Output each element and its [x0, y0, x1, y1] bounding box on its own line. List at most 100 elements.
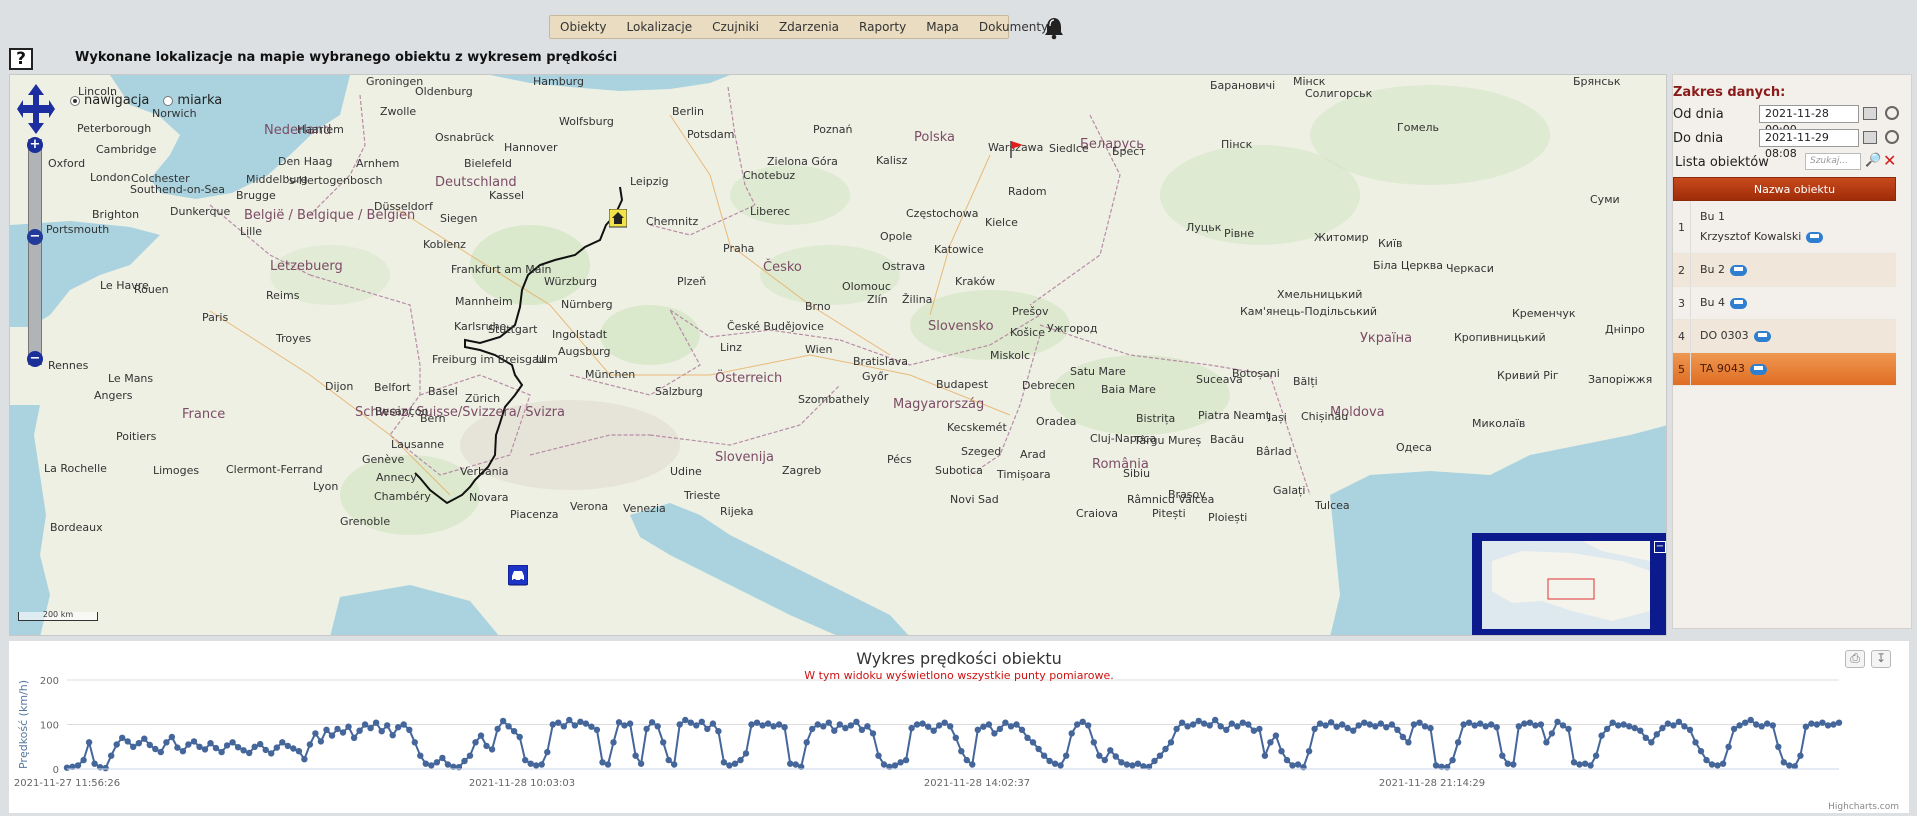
- speed-point: [1057, 762, 1064, 769]
- menu-item-raporty[interactable]: Raporty: [849, 20, 916, 34]
- speed-point: [494, 725, 501, 733]
- zoom-level-handle[interactable]: −: [27, 229, 43, 245]
- map-city-label: Iași: [1268, 411, 1287, 424]
- map-city-label: Osnabrück: [435, 131, 494, 144]
- map-city-label: Chambéry: [374, 490, 431, 503]
- clock-icon[interactable]: [1885, 130, 1899, 144]
- speed-point: [632, 752, 639, 759]
- speed-point: [549, 721, 556, 728]
- map-city-label: Луцьк: [1186, 221, 1222, 234]
- flag-marker-icon[interactable]: [1009, 139, 1025, 159]
- message-bubble-icon[interactable]: [1749, 363, 1767, 375]
- search-icon[interactable]: 🔎: [1865, 153, 1881, 168]
- menu-item-zdarzenia[interactable]: Zdarzenia: [769, 20, 849, 34]
- map-city-label: Częstochowa: [906, 207, 979, 220]
- map-city-label: Kassel: [489, 189, 525, 202]
- speed-point: [963, 756, 970, 764]
- speed-point: [108, 752, 115, 759]
- map-city-label: Poznań: [813, 123, 853, 136]
- object-table: Nazwa obiektu 1 Bu 1 Krzysztof Kowalski 2 Bu…: [1673, 177, 1896, 386]
- mode-ruler-radio[interactable]: miarka: [163, 93, 222, 108]
- message-bubble-icon[interactable]: [1730, 264, 1748, 276]
- speed-point: [1570, 759, 1578, 766]
- menu-item-lokalizacje[interactable]: Lokalizacje: [617, 20, 703, 34]
- print-chart-button[interactable]: ⎙: [1845, 650, 1865, 668]
- message-bubble-icon[interactable]: [1730, 297, 1748, 309]
- map-city-label: Kalisz: [876, 154, 908, 167]
- notification-bell-icon[interactable]: [1043, 16, 1065, 40]
- speed-point: [389, 732, 396, 739]
- map-city-label: Potsdam: [687, 128, 735, 141]
- map-country-label: Deutschland: [435, 175, 517, 190]
- speed-point: [1824, 722, 1832, 729]
- speed-point: [1294, 761, 1302, 768]
- object-row[interactable]: 2 Bu 2: [1673, 254, 1896, 287]
- speed-point: [1029, 739, 1037, 746]
- pan-control-icon[interactable]: [16, 83, 56, 135]
- object-row[interactable]: 1 Bu 1 Krzysztof Kowalski: [1673, 201, 1896, 254]
- map-city-label: Миколаїв: [1472, 417, 1526, 430]
- map-city-label: Trieste: [684, 489, 721, 502]
- menu-item-obiekty[interactable]: Obiekty: [550, 20, 617, 34]
- object-row[interactable]: 5 TA 9043: [1673, 353, 1896, 386]
- speed-point: [1681, 723, 1688, 730]
- zoom-in-button[interactable]: +: [27, 137, 43, 153]
- object-row[interactable]: 4 DO 0303: [1673, 320, 1896, 353]
- speed-point: [257, 740, 264, 748]
- speed-point: [969, 761, 976, 768]
- map-city-label: Kecskemét: [947, 421, 1007, 434]
- speed-point: [168, 733, 176, 741]
- speed-point: [262, 746, 269, 754]
- speed-point: [350, 734, 358, 741]
- map-city-label: České Budějovice: [727, 320, 824, 333]
- map-country-label: Slovenija: [715, 450, 774, 465]
- map-country-label: Polska: [914, 130, 955, 145]
- speed-point: [323, 726, 330, 733]
- map-city-label: Piatra Neamț: [1198, 409, 1271, 422]
- zoom-slider[interactable]: [28, 139, 42, 365]
- map-mode-selector: nawigacja miarka: [70, 93, 222, 108]
- from-date-input[interactable]: 2021-11-28 00:00: [1759, 105, 1859, 136]
- home-marker-icon[interactable]: [609, 209, 627, 229]
- map-city-label: Linz: [720, 341, 742, 354]
- object-row-name-cell: DO 0303: [1691, 320, 1771, 352]
- mode-navigation-radio[interactable]: nawigacja: [70, 93, 149, 108]
- map-city-label: Stuttgart: [488, 323, 538, 336]
- speed-point: [1278, 748, 1285, 755]
- speed-point: [775, 721, 783, 728]
- object-row[interactable]: 3 Bu 4: [1673, 287, 1896, 320]
- object-search-input[interactable]: Szukaj...: [1805, 153, 1861, 170]
- speed-point: [1327, 719, 1335, 726]
- object-table-header[interactable]: Nazwa obiektu: [1673, 177, 1896, 201]
- speed-point: [113, 741, 120, 748]
- calendar-icon[interactable]: [1863, 107, 1877, 120]
- map-view[interactable]: Nederland België / Belgique / Belgien Deut…: [9, 74, 1667, 636]
- message-bubble-icon[interactable]: [1806, 231, 1824, 243]
- speed-point: [1648, 739, 1655, 746]
- message-bubble-icon[interactable]: [1753, 330, 1771, 342]
- menu-item-mapa[interactable]: Mapa: [916, 20, 969, 34]
- map-city-label: Рівне: [1224, 227, 1255, 240]
- overview-minimize-button[interactable]: −: [1654, 541, 1666, 553]
- speed-point: [328, 732, 336, 739]
- calendar-icon[interactable]: [1863, 131, 1877, 144]
- zoom-out-button[interactable]: −: [27, 351, 43, 367]
- page-title: Wykonane lokalizacje na mapie wybranego …: [75, 50, 618, 65]
- vehicle-marker-icon[interactable]: [508, 565, 528, 587]
- clear-search-icon[interactable]: ✕: [1883, 151, 1896, 170]
- export-chart-button[interactable]: ↧: [1871, 650, 1891, 668]
- speed-point: [477, 732, 485, 739]
- speed-point: [1107, 747, 1114, 754]
- map-city-label: Haarlem: [297, 123, 344, 136]
- speed-point: [1659, 724, 1666, 732]
- map-city-label: Satu Mare: [1070, 365, 1126, 378]
- speed-point: [803, 739, 810, 746]
- speed-point: [682, 716, 689, 724]
- speed-point: [925, 723, 932, 730]
- menu-item-czujniki[interactable]: Czujniki: [702, 20, 769, 34]
- overview-map[interactable]: −: [1472, 533, 1666, 635]
- clock-icon[interactable]: [1885, 106, 1899, 120]
- speed-point: [1493, 724, 1500, 731]
- help-button[interactable]: ?: [9, 48, 33, 70]
- to-date-input[interactable]: 2021-11-29 08:08: [1759, 129, 1859, 160]
